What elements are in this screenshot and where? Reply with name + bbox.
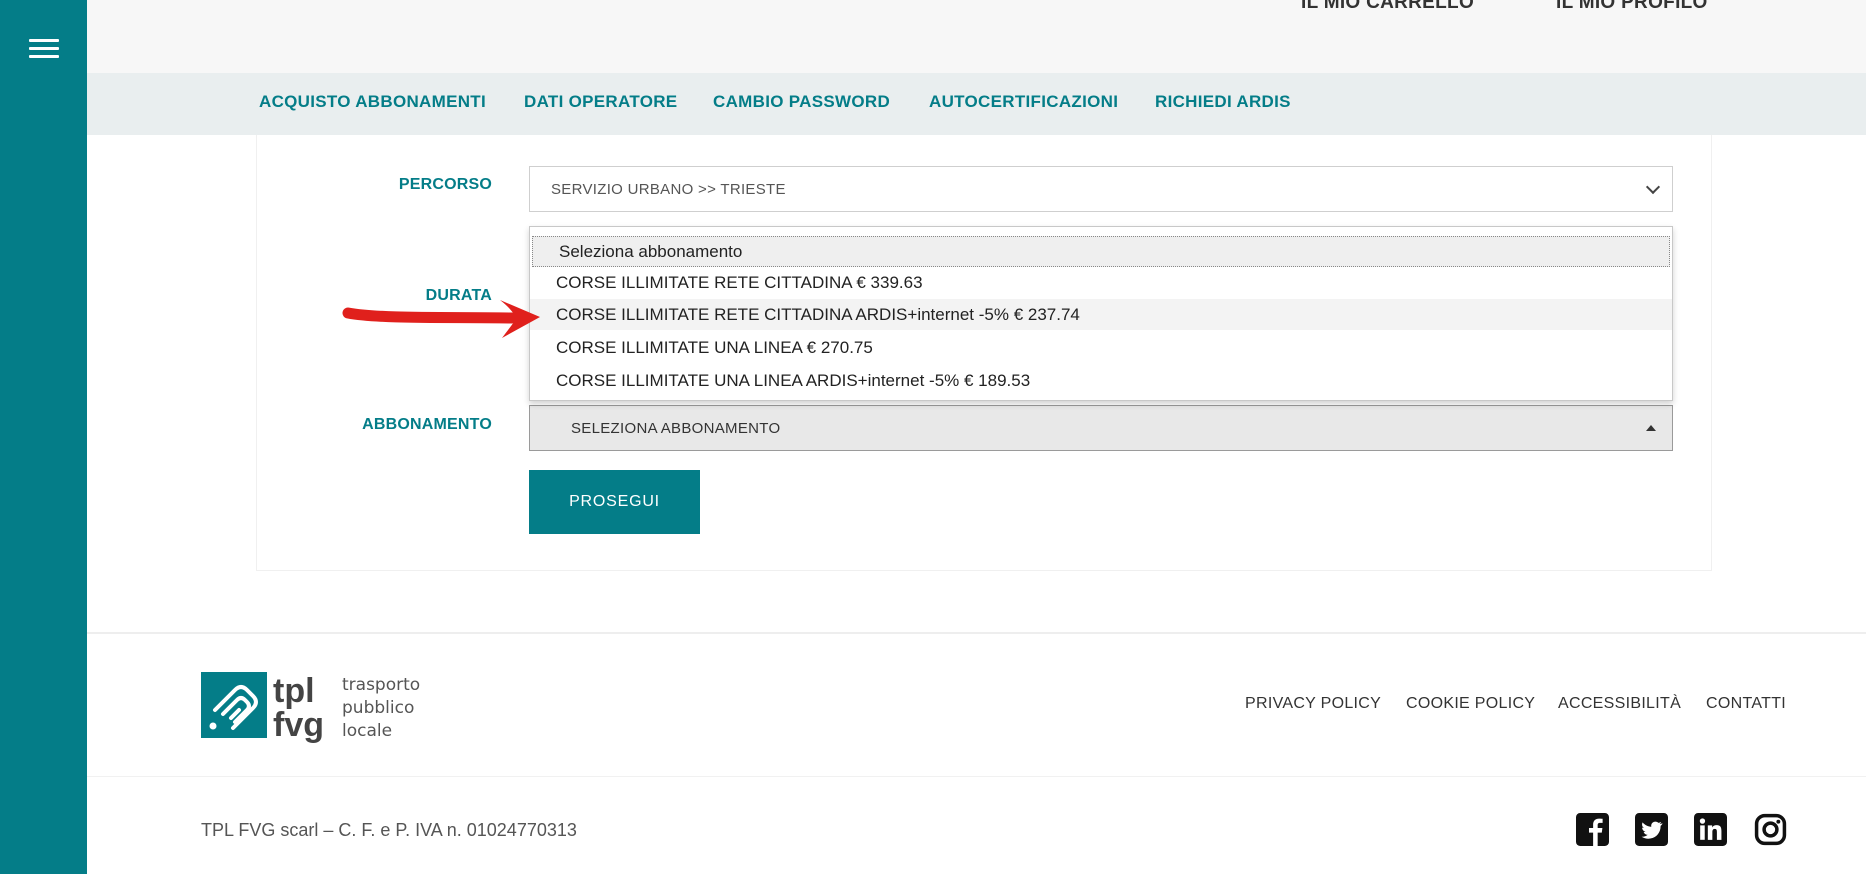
abbonamento-select[interactable]: SELEZIONA ABBONAMENTO xyxy=(529,405,1673,451)
red-arrow-annotation xyxy=(342,300,540,338)
hamburger-menu-icon[interactable] xyxy=(29,39,59,61)
svg-text:pubblico: pubblico xyxy=(342,698,414,718)
nav-item-autocertificazioni[interactable]: AUTOCERTIFICAZIONI xyxy=(929,92,1118,112)
facebook-icon[interactable] xyxy=(1576,813,1609,846)
prosegui-button[interactable]: PROSEGUI xyxy=(529,470,700,534)
percorso-label: PERCORSO xyxy=(398,176,492,193)
nav-item-cambio-password[interactable]: CAMBIO PASSWORD xyxy=(713,92,890,112)
svg-text:fvg: fvg xyxy=(273,706,324,744)
nav-item-acquisto-abbonamenti[interactable]: ACQUISTO ABBONAMENTI xyxy=(259,92,486,112)
twitter-icon[interactable] xyxy=(1635,813,1668,846)
nav-item-dati-operatore[interactable]: DATI OPERATORE xyxy=(524,92,677,112)
dropdown-option[interactable]: CORSE ILLIMITATE RETE CITTADINA € 339.63 xyxy=(530,267,1672,298)
instagram-icon[interactable] xyxy=(1754,813,1787,846)
footer-link-contatti[interactable]: CONTATTI xyxy=(1706,695,1786,713)
svg-text:tpl: tpl xyxy=(273,672,315,710)
linkedin-icon[interactable] xyxy=(1694,813,1727,846)
caret-up-icon xyxy=(1646,425,1656,431)
dropdown-option[interactable]: CORSE ILLIMITATE UNA LINEA € 270.75 xyxy=(530,332,1672,363)
sidebar xyxy=(0,0,87,874)
dropdown-option[interactable]: Seleziona abbonamento xyxy=(532,236,1670,267)
svg-text:trasporto: trasporto xyxy=(342,675,420,695)
svg-text:locale: locale xyxy=(342,721,392,741)
my-cart-link[interactable]: IL MIO CARRELLO xyxy=(1301,0,1474,14)
footer-link-privacy-policy[interactable]: PRIVACY POLICY xyxy=(1245,695,1381,713)
abbonamento-dropdown-list: Seleziona abbonamento CORSE ILLIMITATE R… xyxy=(529,226,1673,401)
footer-link-accessibilita[interactable]: ACCESSIBILITÀ xyxy=(1558,695,1681,713)
tpl-fvg-logo[interactable]: tpl fvg trasporto pubblico locale xyxy=(201,672,421,757)
footer-link-cookie-policy[interactable]: COOKIE POLICY xyxy=(1406,695,1535,713)
abbonamento-select-value: SELEZIONA ABBONAMENTO xyxy=(571,419,781,437)
percorso-select-value: SERVIZIO URBANO >> TRIESTE xyxy=(551,180,786,198)
chevron-down-icon xyxy=(1645,179,1661,195)
nav-item-richiedi-ardis[interactable]: RICHIEDI ARDIS xyxy=(1155,92,1291,112)
my-profile-link[interactable]: IL MIO PROFILO xyxy=(1556,0,1708,14)
dropdown-option[interactable]: CORSE ILLIMITATE RETE CITTADINA ARDIS+in… xyxy=(530,299,1672,330)
legal-info: TPL FVG scarl – C. F. e P. IVA n. 010247… xyxy=(201,820,577,840)
dropdown-option[interactable]: CORSE ILLIMITATE UNA LINEA ARDIS+interne… xyxy=(530,365,1672,396)
abbonamento-label: ABBONAMENTO xyxy=(362,416,492,433)
tpl-fvg-logo-mark: tpl fvg trasporto pubblico locale xyxy=(201,672,420,744)
percorso-select[interactable]: SERVIZIO URBANO >> TRIESTE xyxy=(529,166,1673,212)
